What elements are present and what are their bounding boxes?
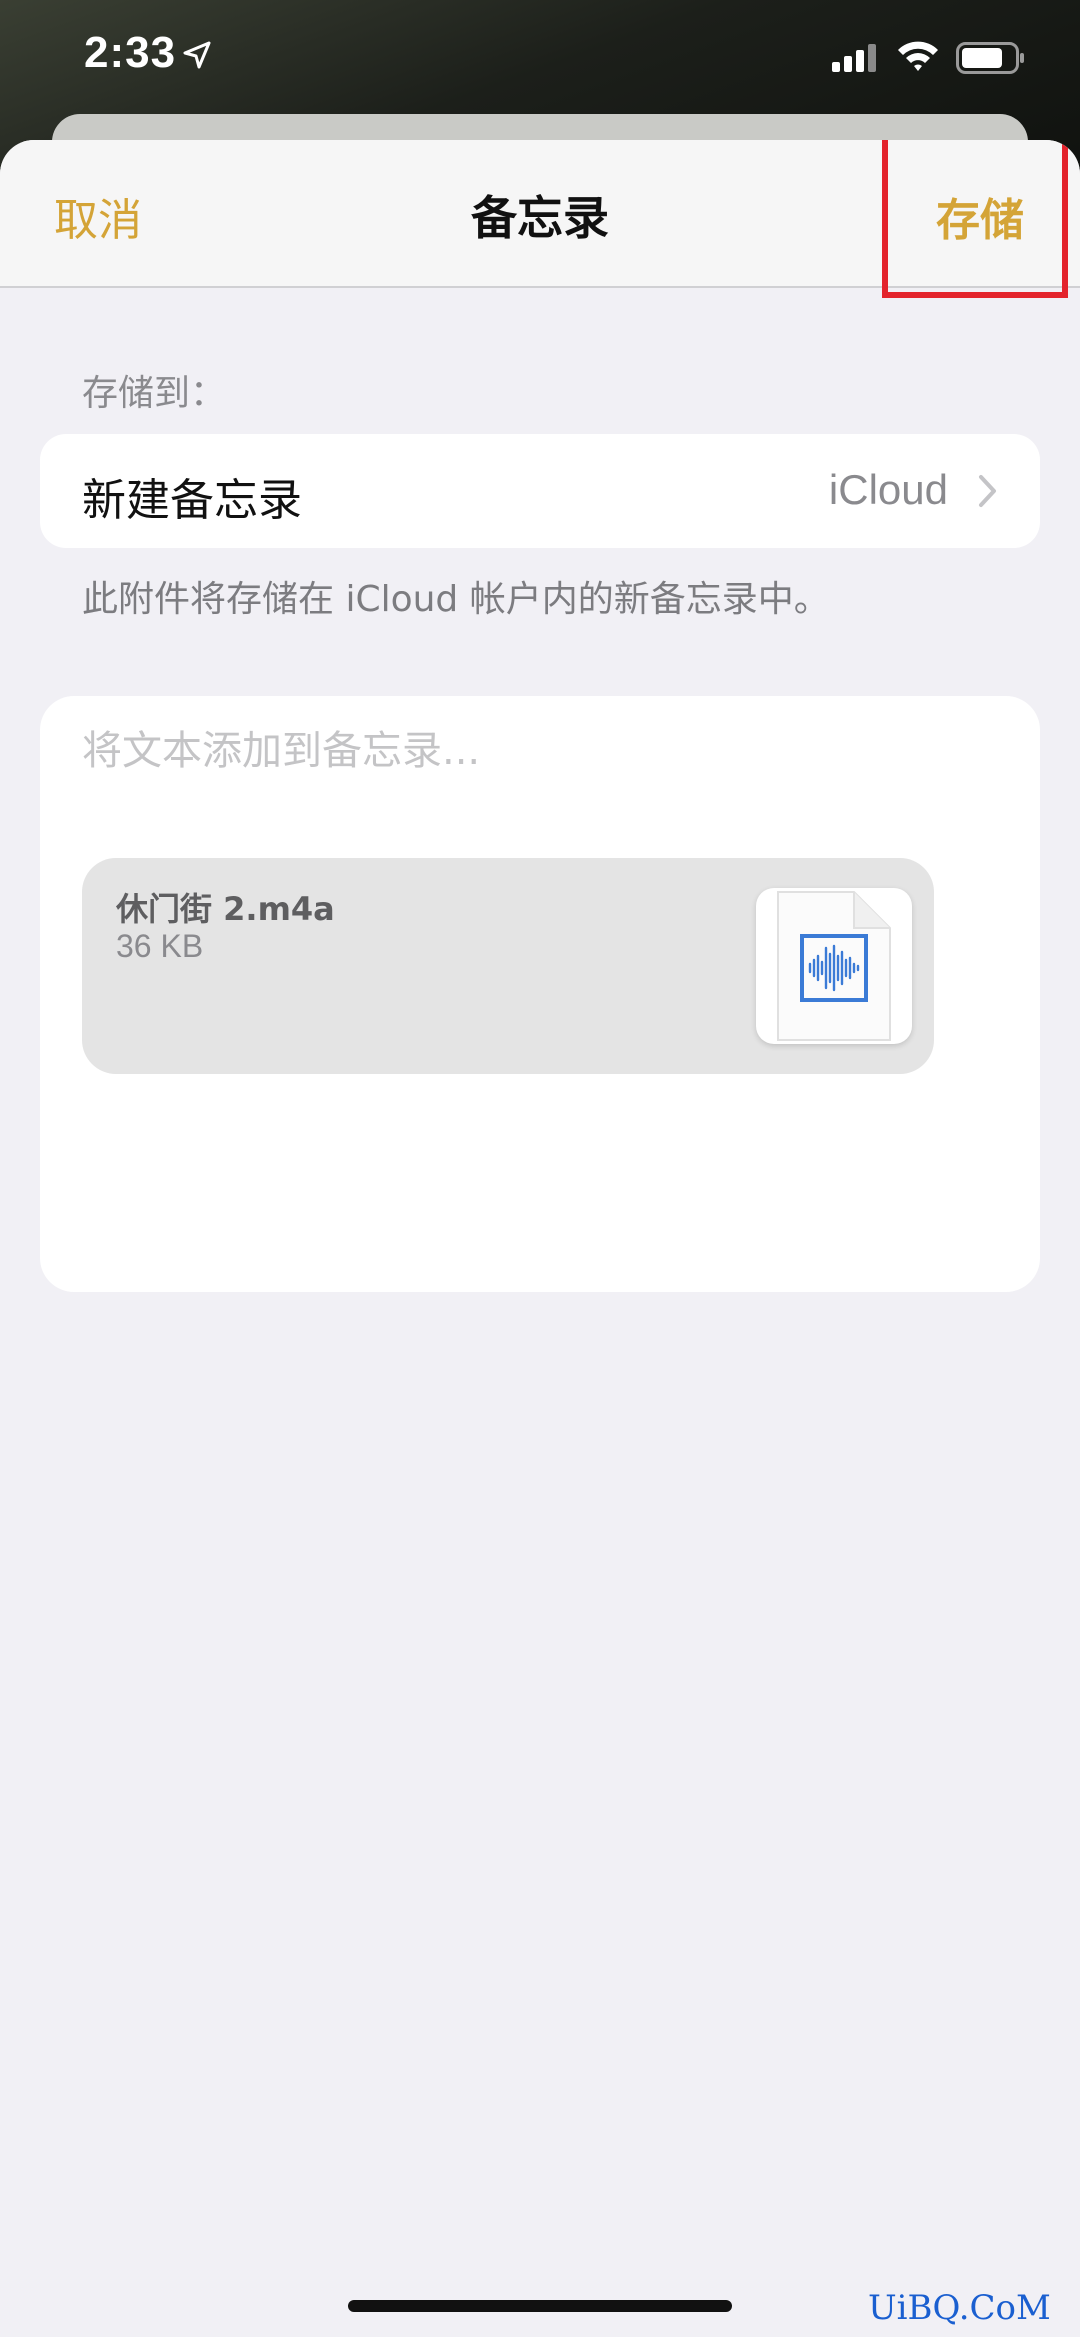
destination-row[interactable]: 新建备忘录 iCloud — [40, 434, 1040, 548]
note-editor-card: 将文本添加到备忘录... 休门街 2.m4a 36 KB — [40, 696, 1040, 1292]
attachment-filename: 休门街 2.m4a — [116, 890, 335, 928]
home-indicator[interactable] — [348, 2300, 732, 2312]
notes-share-sheet: 取消 备忘录 存储 存储到： 新建备忘录 iCloud 此附件将存储在 iClo… — [0, 140, 1080, 2337]
save-to-section-label: 存储到： — [82, 373, 227, 414]
audio-file-icon — [777, 891, 891, 1041]
location-arrow-icon — [183, 41, 211, 69]
annotation-highlight-box — [882, 140, 1068, 298]
battery-icon — [956, 42, 1024, 74]
watermark: UiBQ.CoM — [868, 2288, 1051, 2328]
attachment-thumbnail — [756, 888, 912, 1044]
destination-account-value: iCloud — [828, 466, 948, 513]
wifi-icon — [898, 41, 938, 71]
attachment-size: 36 KB — [116, 928, 204, 964]
destination-row-label: 新建备忘录 — [82, 475, 302, 526]
status-time: 2:33 — [84, 28, 177, 77]
note-text-input[interactable]: 将文本添加到备忘录... — [82, 718, 982, 776]
destination-footnote: 此附件将存储在 iCloud 帐户内的新备忘录中。 — [82, 579, 830, 620]
cellular-signal-icon — [832, 44, 876, 72]
status-bar: 2:33 — [0, 0, 1080, 120]
chevron-right-icon — [979, 475, 996, 507]
attachment-preview[interactable]: 休门街 2.m4a 36 KB — [82, 858, 934, 1074]
